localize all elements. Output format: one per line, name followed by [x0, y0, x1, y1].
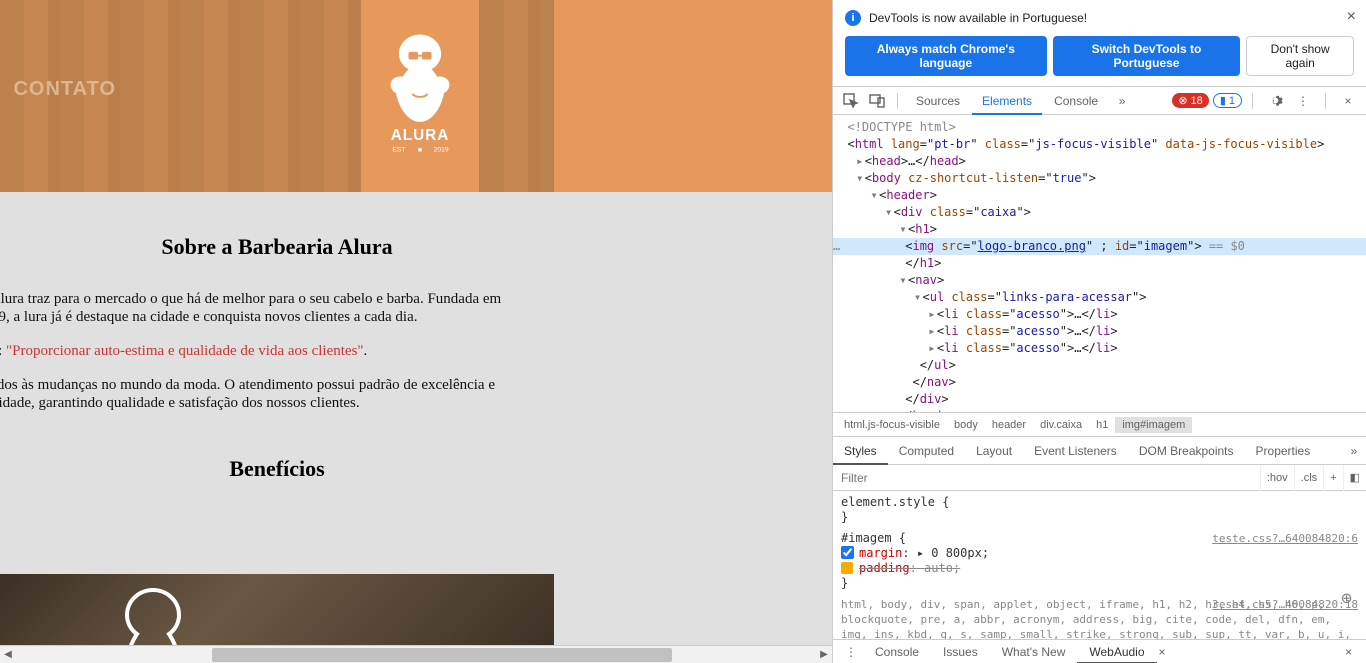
crumb[interactable]: h1	[1089, 417, 1115, 433]
about-paragraph-1: ia Alura traz para o mercado o que há de…	[0, 290, 554, 326]
svg-text:2019: 2019	[434, 147, 449, 154]
close-devtools-icon[interactable]: ×	[1336, 89, 1360, 113]
hero-logo: ALURA EST 2019	[361, 0, 479, 192]
inspect-icon[interactable]	[839, 89, 863, 113]
prop-checkbox[interactable]	[841, 546, 854, 559]
scroll-right-arrow-icon[interactable]: ▶	[816, 647, 832, 663]
styles-tab-event-listeners[interactable]: Event Listeners	[1023, 437, 1128, 465]
gear-icon[interactable]	[1263, 89, 1287, 113]
crumb[interactable]: div.caixa	[1033, 417, 1089, 433]
drawer-tab-issues[interactable]: Issues	[931, 640, 990, 663]
styles-tab-dom-breakpoints[interactable]: DOM Breakpoints	[1128, 437, 1245, 465]
hov-toggle[interactable]: :hov	[1260, 465, 1294, 491]
benefits-heading: Benefícios	[0, 456, 554, 482]
lang-notice-text: DevTools is now available in Portuguese!	[869, 11, 1087, 25]
styles-tab-properties[interactable]: Properties	[1245, 437, 1322, 465]
dont-show-button[interactable]: Don't show again	[1246, 36, 1354, 76]
breadcrumb[interactable]: html.js-focus-visible body header div.ca…	[833, 413, 1366, 437]
drawer-tab-whatsnew[interactable]: What's New	[990, 640, 1078, 663]
drawer-tab-webaudio[interactable]: WebAudio	[1077, 640, 1156, 663]
always-match-button[interactable]: Always match Chrome's language	[845, 36, 1047, 76]
crumb-active[interactable]: img#imagem	[1115, 417, 1192, 433]
devtools-panel: i DevTools is now available in Portugues…	[832, 0, 1366, 663]
issue-badge[interactable]: ▮ 1	[1213, 93, 1242, 108]
hero-nav: OS CONTATO	[0, 78, 130, 101]
scrollbar-thumb[interactable]	[212, 648, 672, 662]
cls-toggle[interactable]: .cls	[1294, 465, 1324, 491]
svg-text:ALURA: ALURA	[391, 127, 450, 144]
close-drawer-icon[interactable]: ×	[1337, 645, 1360, 659]
scroll-left-arrow-icon[interactable]: ◀	[0, 647, 16, 663]
switch-lang-button[interactable]: Switch DevTools to Portuguese	[1053, 36, 1241, 76]
more-styles-tabs-icon[interactable]: »	[1342, 439, 1366, 463]
benefits-image	[0, 574, 554, 645]
more-tabs-icon[interactable]: »	[1110, 89, 1134, 113]
kebab-icon[interactable]: ⋮	[839, 640, 863, 663]
tab-sources[interactable]: Sources	[906, 87, 970, 115]
styles-tab-styles[interactable]: Styles	[833, 437, 888, 465]
info-icon: i	[845, 10, 861, 26]
source-link[interactable]: reset.css?…40084820:18	[1212, 597, 1358, 612]
source-link[interactable]: teste.css?…640084820:6	[1212, 531, 1358, 546]
error-badge[interactable]: 18	[1172, 93, 1208, 108]
drawer-tab-console[interactable]: Console	[863, 640, 931, 663]
nav-item[interactable]: CONTATO	[13, 78, 116, 100]
device-toggle-icon[interactable]	[865, 89, 889, 113]
crumb[interactable]: body	[947, 417, 985, 433]
about-paragraph-2: io é: "Proporcionar auto-estima e qualid…	[0, 342, 554, 360]
kebab-icon[interactable]: ⋮	[1291, 89, 1315, 113]
styles-filter-input[interactable]	[833, 471, 1260, 485]
new-style-rule-icon[interactable]: +	[1323, 465, 1342, 491]
styles-tab-layout[interactable]: Layout	[965, 437, 1023, 465]
styles-body[interactable]: element.style { } #imagem {teste.css?…64…	[833, 491, 1366, 639]
close-tab-icon[interactable]: ×	[1159, 645, 1166, 659]
dom-tree[interactable]: <!DOCTYPE html> <html lang="pt-br" class…	[833, 115, 1366, 413]
warning-icon	[841, 562, 853, 574]
close-icon[interactable]: ×	[1347, 8, 1356, 26]
tab-elements[interactable]: Elements	[972, 87, 1042, 115]
crumb[interactable]: header	[985, 417, 1033, 433]
styles-tab-computed[interactable]: Computed	[888, 437, 965, 465]
horizontal-scrollbar[interactable]: ◀ ▶	[0, 645, 832, 663]
crumb[interactable]: html.js-focus-visible	[837, 417, 947, 433]
about-paragraph-3: enados às mudanças no mundo da moda. O a…	[0, 376, 554, 412]
about-heading: Sobre a Barbearia Alura	[0, 234, 554, 260]
computed-toggle-icon[interactable]: ◧	[1343, 465, 1366, 491]
rendered-page-pane: OS CONTATO ALURA EST 201	[0, 0, 832, 663]
tab-console[interactable]: Console	[1044, 87, 1108, 115]
svg-text:EST: EST	[392, 147, 405, 154]
